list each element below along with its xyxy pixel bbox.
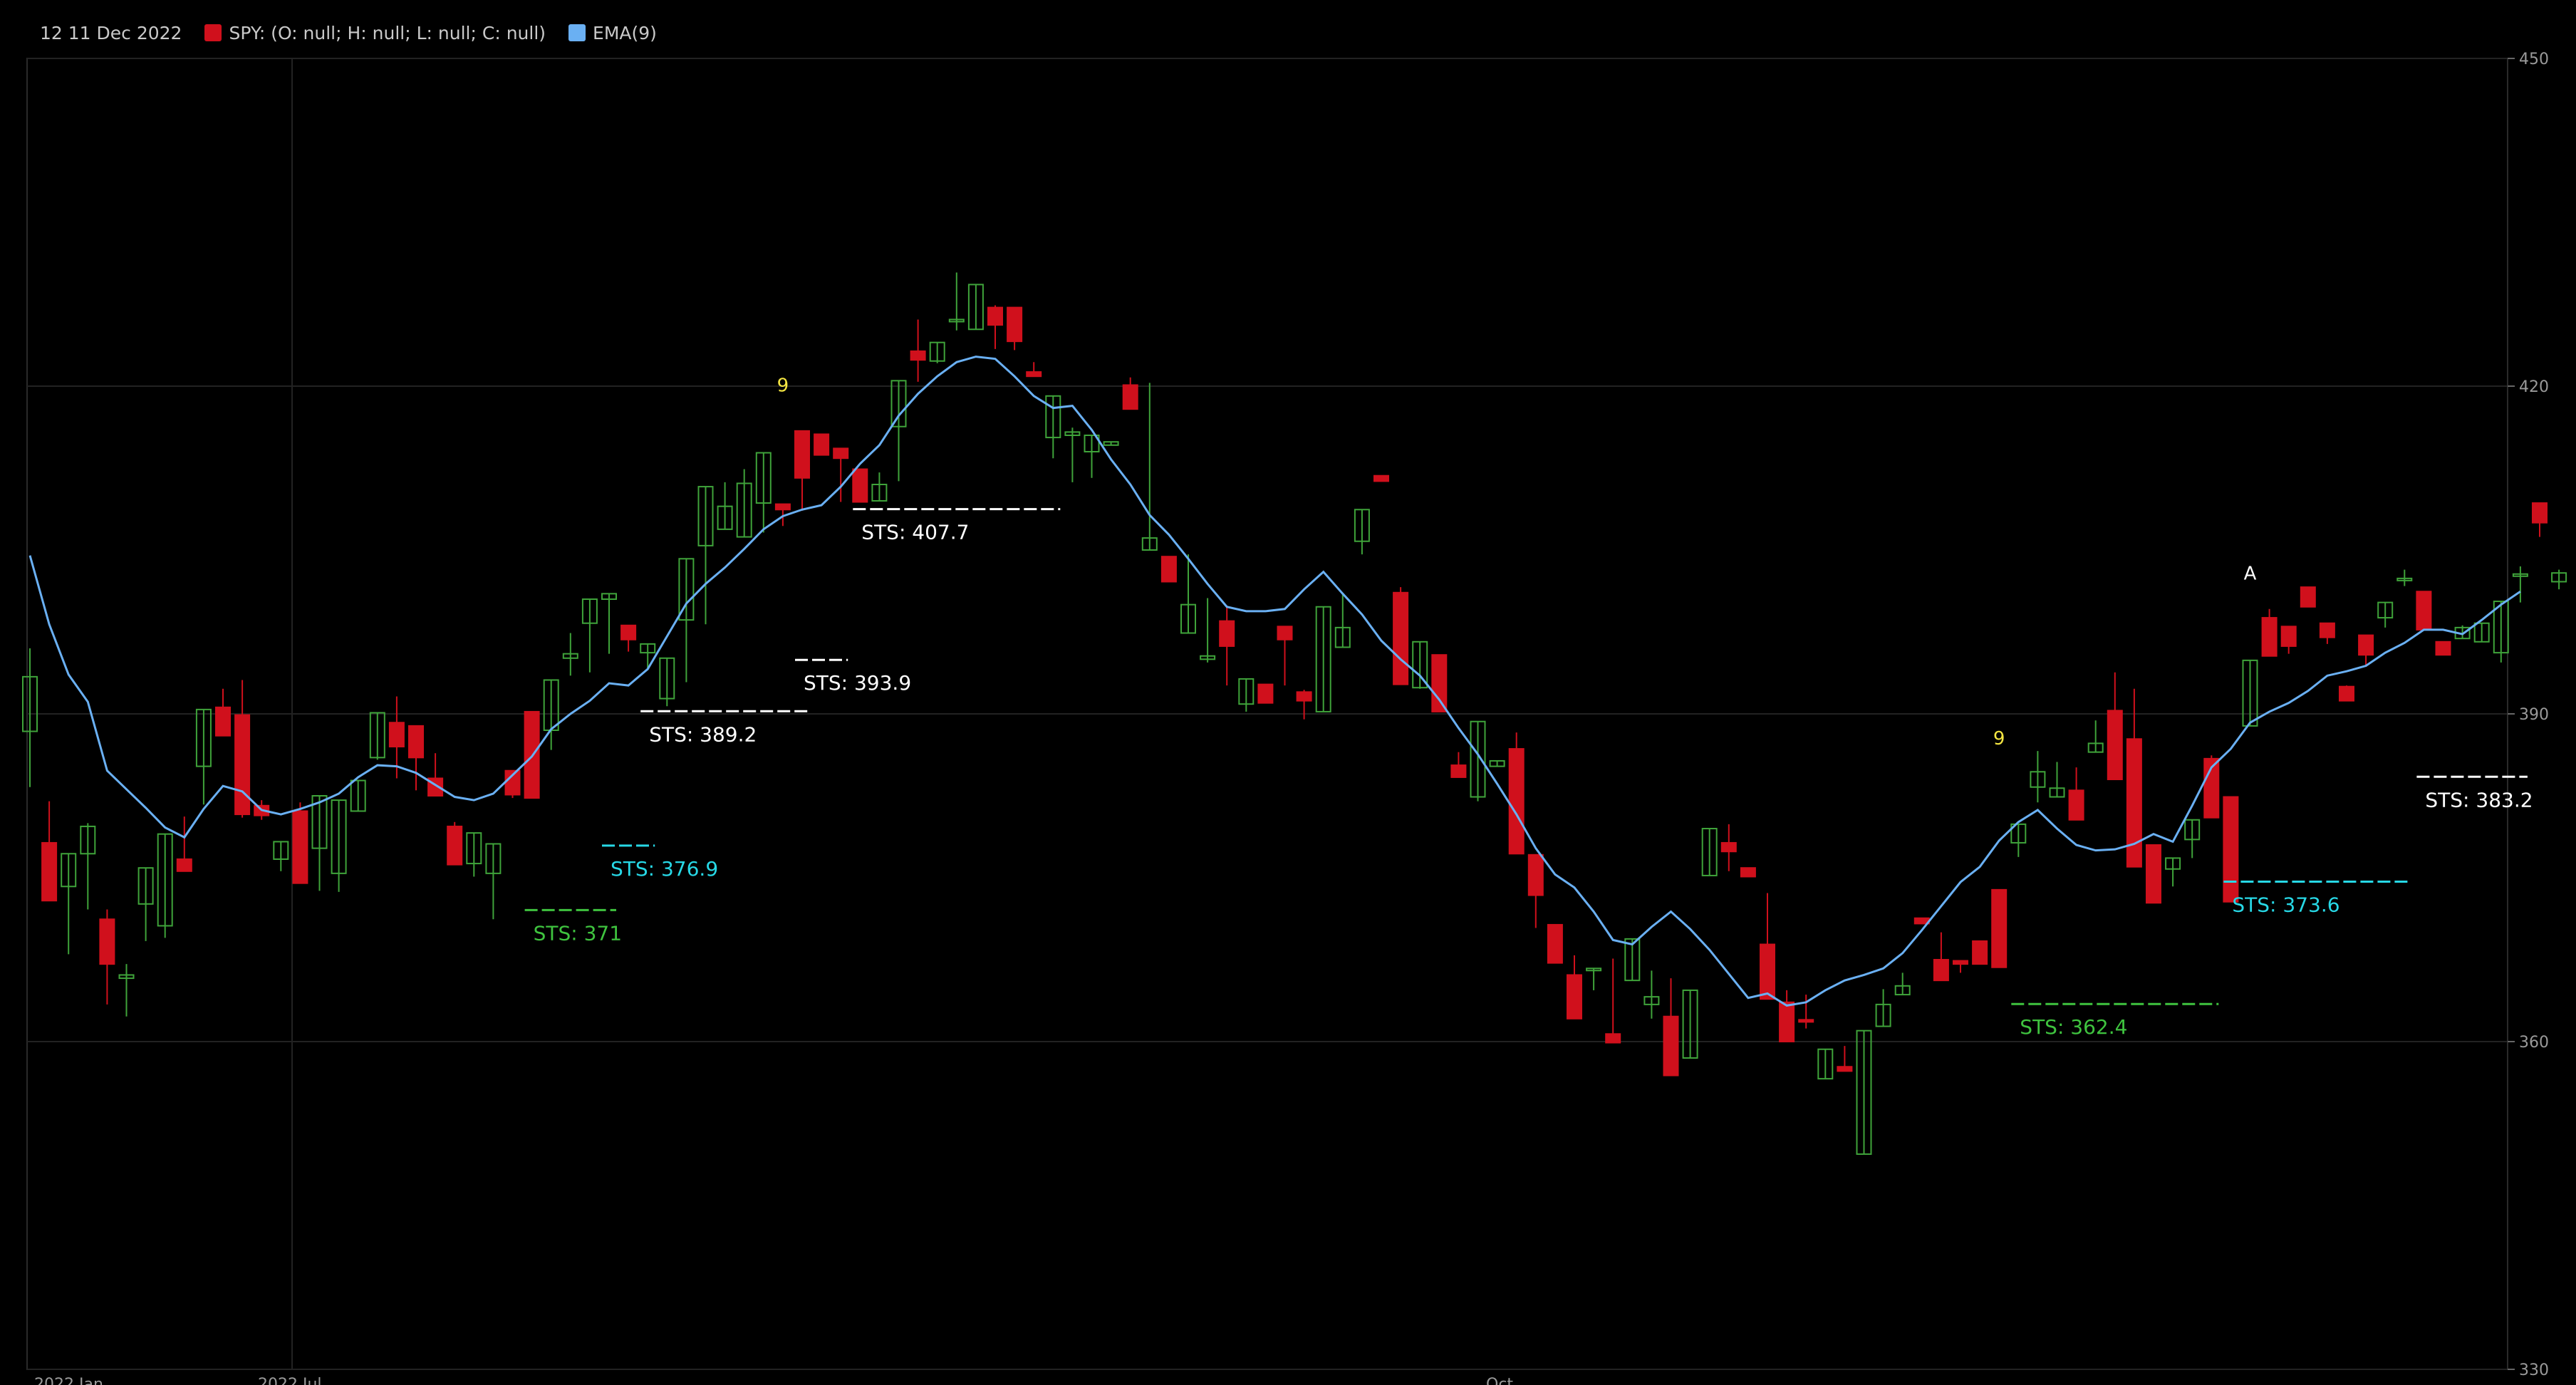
x-tick-label-2: Oct: [1486, 1376, 1513, 1385]
candle-body: [292, 810, 308, 884]
sts-label-2: STS: 389.2: [649, 722, 757, 746]
candle-body: [1431, 654, 1448, 712]
sts-annotations: STS: 371 STS: 376.9 STS: 389.2 STS: 393.9 ST…: [524, 508, 2533, 1039]
candle-body: [910, 350, 926, 361]
candle-body: [2146, 844, 2161, 904]
candle-body: [1972, 940, 1988, 965]
candle-body: [1663, 1015, 1679, 1077]
candle-body: [99, 918, 115, 965]
candle-body: [2319, 622, 2335, 638]
candle-body: [1547, 923, 1563, 964]
candle-body: [2358, 634, 2374, 656]
candle-body: [447, 825, 463, 866]
candle-body: [1450, 764, 1467, 778]
candle-body: [2339, 685, 2354, 702]
y-tick-label-360: 360: [2519, 1034, 2549, 1052]
marker-2: A: [2244, 563, 2257, 584]
candle-body: [234, 714, 251, 816]
candle-body: [2107, 710, 2123, 781]
candle-body: [1296, 691, 1312, 702]
candle-body: [1393, 591, 1409, 685]
candle-body: [1160, 556, 1177, 583]
candle-body: [41, 841, 58, 902]
sts-label-4: STS: 407.7: [861, 521, 969, 544]
candle-body: [1277, 626, 1293, 640]
candle-body: [814, 433, 830, 456]
signal-markers: 9 9 A: [777, 375, 2257, 749]
candle-body: [774, 503, 791, 511]
marker-1: 9: [1993, 728, 2005, 749]
sts-label-0: STS: 371: [534, 921, 622, 945]
sts-label-7: STS: 383.2: [2425, 788, 2533, 811]
candle-body: [1605, 1033, 1621, 1044]
candle-body: [2068, 789, 2084, 821]
candle-body: [1508, 748, 1525, 855]
candle-body: [987, 306, 1003, 326]
candle-body: [794, 430, 810, 479]
candle-body: [1026, 371, 1042, 378]
candle-body: [1991, 888, 2008, 968]
candle-body: [408, 725, 424, 759]
sts-label-6: STS: 373.6: [2232, 893, 2339, 916]
candle-body: [620, 624, 637, 640]
candle-body: [2416, 591, 2432, 631]
candle-body: [176, 858, 192, 872]
candle-body: [1798, 1019, 1814, 1023]
candle-body: [852, 468, 868, 503]
candle-body: [1740, 867, 1756, 878]
candle-body: [1779, 1001, 1795, 1043]
marker-0: 9: [777, 375, 789, 397]
ema-series: [28, 356, 2521, 1007]
candlestick-chart[interactable]: 450 420 390 360 330 2022 Jan 2022 Jul Oct STS: …: [0, 0, 2576, 1385]
y-tick-label-450: 450: [2519, 51, 2549, 68]
candle-body: [1953, 960, 1968, 965]
candle-body: [2126, 738, 2142, 868]
candle-body: [1760, 943, 1775, 1000]
candle-body: [1373, 474, 1389, 482]
x-tick-label-0: 2022 Jan: [34, 1376, 103, 1385]
candle-body: [2261, 617, 2278, 657]
candle-body: [1122, 384, 1138, 410]
chart-grid: [26, 58, 2508, 1370]
candle-body: [1007, 306, 1023, 343]
sts-label-5: STS: 362.4: [2020, 1015, 2127, 1039]
candle-body: [2223, 796, 2239, 903]
candle-body: [215, 706, 231, 737]
sts-label-1: STS: 376.9: [611, 857, 718, 881]
candle-body: [1720, 841, 1737, 853]
candle-body: [1257, 683, 1274, 704]
candle-body: [1837, 1066, 1853, 1072]
candle-body: [2435, 640, 2451, 656]
candle-body: [2280, 626, 2297, 647]
candle-body: [2532, 502, 2548, 524]
candle-body: [2300, 586, 2316, 608]
candle-body: [388, 722, 405, 747]
x-tick-label-1: 2022 Jul: [258, 1376, 322, 1385]
candle-body: [1567, 974, 1582, 1020]
candle-body: [833, 447, 849, 460]
y-tick-label-390: 390: [2519, 706, 2549, 724]
chart-axes: 450 420 390 360 330 2022 Jan 2022 Jul Oct: [34, 51, 2549, 1385]
candle-body: [1933, 959, 1949, 982]
y-tick-label-420: 420: [2519, 378, 2549, 396]
candle-body: [1527, 854, 1544, 896]
sts-label-3: STS: 393.9: [804, 671, 911, 695]
y-tick-label-330: 330: [2519, 1361, 2549, 1379]
ema-line: [28, 356, 2521, 1007]
candle-body: [1219, 620, 1235, 647]
